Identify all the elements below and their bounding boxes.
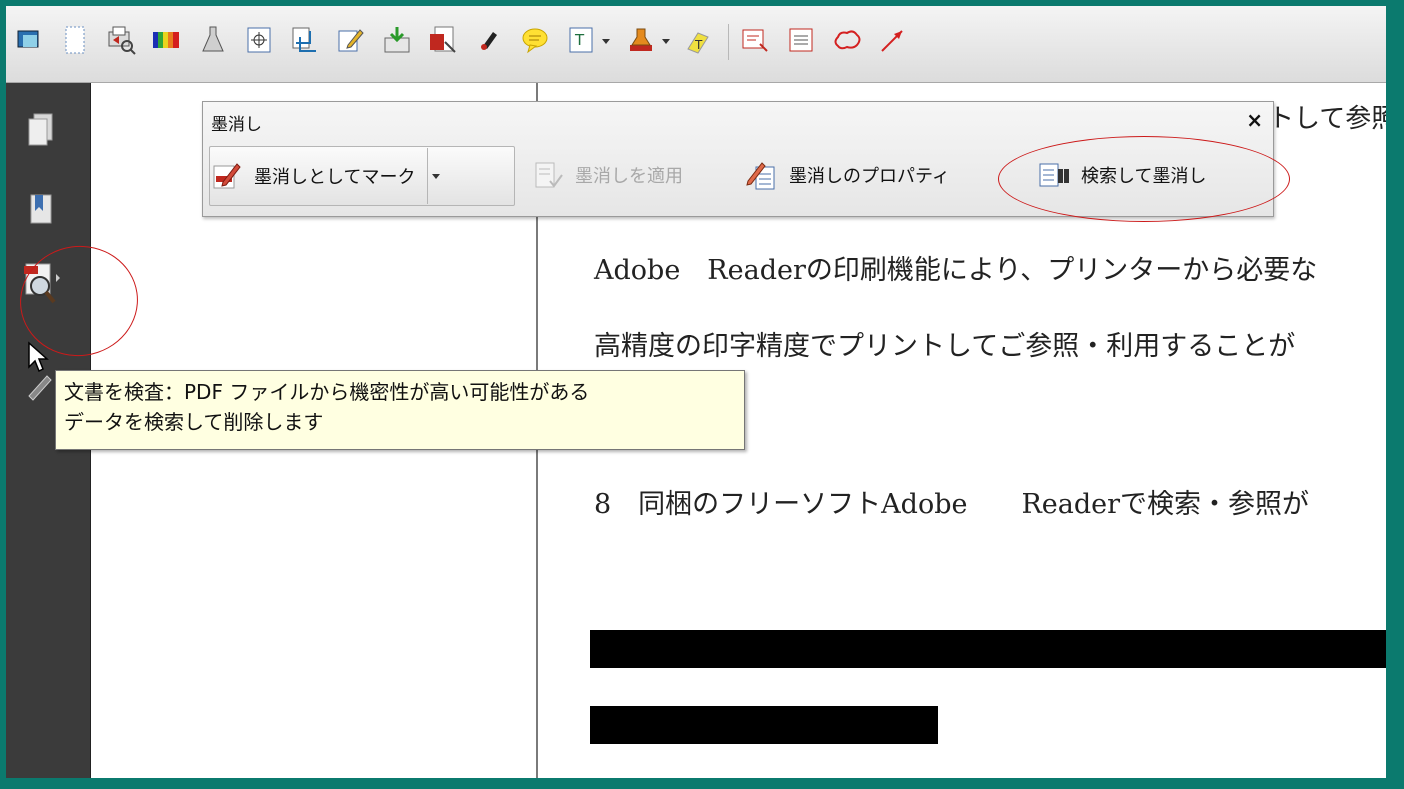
page-icon[interactable]: [58, 20, 92, 60]
edit-icon[interactable]: [334, 20, 368, 60]
color-bars-icon[interactable]: [150, 20, 184, 60]
apply-redactions-icon: [531, 158, 565, 192]
arrow-icon[interactable]: [876, 20, 910, 60]
redaction-properties-icon: [745, 158, 779, 192]
search-and-redact-button[interactable]: 検索して墨消し: [1037, 146, 1206, 204]
export-icon[interactable]: [380, 20, 414, 60]
document-line-2: 高精度の印字精度でプリントしてご参照・利用することが: [594, 331, 1296, 362]
redaction-properties-button[interactable]: 墨消しのプロパティ: [745, 146, 950, 204]
apply-redactions-button[interactable]: 墨消しを適用: [531, 146, 683, 204]
pen-icon[interactable]: [472, 20, 506, 60]
flask-icon[interactable]: [196, 20, 230, 60]
cloud-icon[interactable]: [830, 20, 864, 60]
examine-document-icon[interactable]: [20, 263, 60, 307]
redaction-mark: [590, 630, 1386, 668]
mark-for-redaction-button[interactable]: 墨消しとしてマーク: [209, 146, 515, 206]
close-button[interactable]: ×: [1246, 108, 1263, 132]
toolbar-separator: [728, 24, 729, 60]
select-icon[interactable]: [12, 20, 46, 60]
crop-icon[interactable]: [288, 20, 322, 60]
stamp-icon[interactable]: [624, 20, 658, 60]
mark-for-redaction-label: 墨消しとしてマーク: [254, 167, 416, 188]
bookmarks-icon[interactable]: [20, 187, 60, 231]
redaction-mark-icon: [210, 159, 244, 193]
stamp-dropdown-arrow[interactable]: [662, 39, 670, 44]
tooltip: 文書を検査：PDF ファイルから機密性が高い可能性がある データを検索して削除し…: [55, 370, 745, 450]
document-line-1: Adobe Readerの印刷機能により、プリンターから必要な: [594, 255, 1318, 286]
mark-dropdown-divider: [427, 148, 429, 204]
svg-text:T: T: [574, 31, 585, 49]
highlight-icon[interactable]: T: [682, 20, 716, 60]
panel-title: 墨消し: [211, 115, 262, 135]
list-icon[interactable]: [784, 20, 818, 60]
search-and-redact-icon: [1037, 158, 1071, 192]
search-and-redact-label: 検索して墨消し: [1081, 166, 1207, 187]
redaction-properties-label: 墨消しのプロパティ: [789, 166, 950, 187]
pdf-convert-icon[interactable]: [426, 20, 460, 60]
tooltip-line-1: 文書を検査：PDF ファイルから機密性が高い可能性がある: [64, 380, 590, 404]
tooltip-line-2: データを検索して削除します: [64, 410, 324, 434]
svg-text:T: T: [694, 38, 703, 52]
pages-icon[interactable]: [20, 107, 60, 151]
print-search-icon[interactable]: [104, 20, 138, 60]
apply-redactions-label: 墨消しを適用: [575, 166, 683, 187]
toolbar: T T: [6, 6, 1386, 83]
document-line-3: 8 同梱のフリーソフトAdobe Readerで検索・参照が: [594, 489, 1310, 520]
chevron-down-icon[interactable]: [432, 173, 441, 179]
redaction-toolbar: 墨消し × 墨消しとしてマーク 墨消しを適用 墨消しのプロパティ 検索して墨消し: [202, 101, 1274, 217]
crosshair-icon[interactable]: [242, 20, 276, 60]
redaction-mark: [590, 706, 938, 744]
text-edit-dropdown-arrow[interactable]: [602, 39, 610, 44]
redaction-tools-row: 墨消しとしてマーク 墨消しを適用 墨消しのプロパティ 検索して墨消し: [209, 146, 1265, 208]
text-edit-icon[interactable]: T: [564, 20, 598, 60]
mouse-cursor-icon: [22, 339, 52, 375]
text-comment-icon[interactable]: [738, 20, 772, 60]
comment-icon[interactable]: [518, 20, 552, 60]
document-line-top: トして参照: [1268, 104, 1386, 134]
app-window: T T トして参照 Adobe Readerの印刷機能により、プリンターから必要…: [6, 6, 1386, 778]
